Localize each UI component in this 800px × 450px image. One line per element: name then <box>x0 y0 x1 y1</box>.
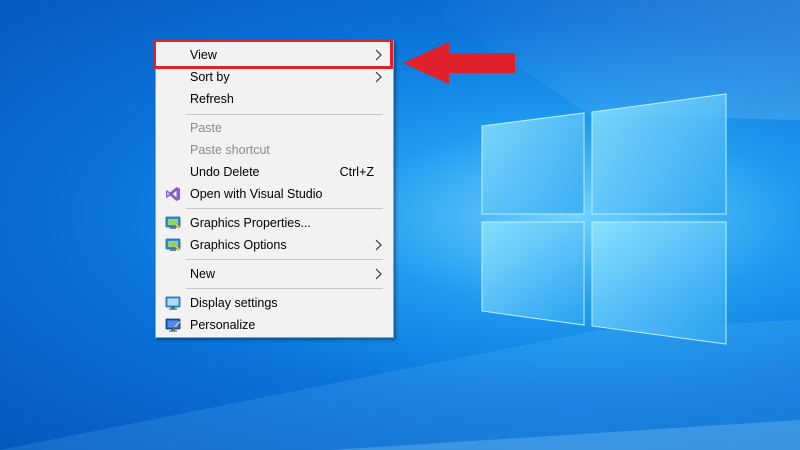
menu-item-sort-by[interactable]: Sort by <box>156 66 393 88</box>
desktop[interactable]: View Sort by Refresh Paste Paste shortcu… <box>0 0 800 450</box>
menu-separator <box>186 208 383 209</box>
graphics-options-icon <box>165 238 181 251</box>
red-arrow-left-icon <box>403 42 515 84</box>
menu-item-personalize[interactable]: Personalize <box>156 314 393 336</box>
menu-item-view[interactable]: View <box>156 44 393 66</box>
menu-item-label: Sort by <box>190 70 230 84</box>
personalize-icon <box>165 318 181 332</box>
menu-item-graphics-options[interactable]: Graphics Options <box>156 234 393 256</box>
menu-item-label: Graphics Options <box>190 238 287 252</box>
menu-item-label: Paste shortcut <box>190 143 270 157</box>
menu-item-graphics-properties[interactable]: Graphics Properties... <box>156 212 393 234</box>
menu-item-label: Graphics Properties... <box>190 216 311 230</box>
menu-item-paste: Paste <box>156 117 393 139</box>
visual-studio-icon <box>166 187 180 201</box>
logo-pane-top-right <box>591 93 727 215</box>
display-settings-icon <box>165 296 181 310</box>
windows-wallpaper <box>0 0 800 450</box>
menu-item-shortcut: Ctrl+Z <box>339 165 374 179</box>
chevron-right-icon <box>375 268 382 280</box>
chevron-right-icon <box>375 239 382 251</box>
menu-item-undo-delete[interactable]: Undo Delete Ctrl+Z <box>156 161 393 183</box>
menu-separator <box>186 259 383 260</box>
logo-pane-top-left <box>481 112 585 215</box>
menu-separator <box>186 114 383 115</box>
menu-separator <box>186 288 383 289</box>
chevron-right-icon <box>375 49 382 61</box>
menu-item-label: Undo Delete <box>190 165 260 179</box>
graphics-properties-icon <box>165 216 181 229</box>
logo-pane-bottom-left <box>481 221 585 326</box>
logo-pane-bottom-right <box>591 221 727 345</box>
menu-item-label: View <box>190 48 217 62</box>
menu-item-open-with-visual-studio[interactable]: Open with Visual Studio <box>156 183 393 205</box>
menu-item-refresh[interactable]: Refresh <box>156 88 393 110</box>
menu-item-label: Refresh <box>190 92 234 106</box>
menu-item-new[interactable]: New <box>156 263 393 285</box>
menu-item-label: New <box>190 267 216 281</box>
menu-item-label: Paste <box>190 121 222 135</box>
menu-item-label: Open with Visual Studio <box>190 187 323 201</box>
menu-item-label: Personalize <box>190 318 256 332</box>
menu-item-paste-shortcut: Paste shortcut <box>156 139 393 161</box>
chevron-right-icon <box>375 71 382 83</box>
menu-item-display-settings[interactable]: Display settings <box>156 292 393 314</box>
menu-item-label: Display settings <box>190 296 278 310</box>
desktop-context-menu: View Sort by Refresh Paste Paste shortcu… <box>155 40 394 338</box>
